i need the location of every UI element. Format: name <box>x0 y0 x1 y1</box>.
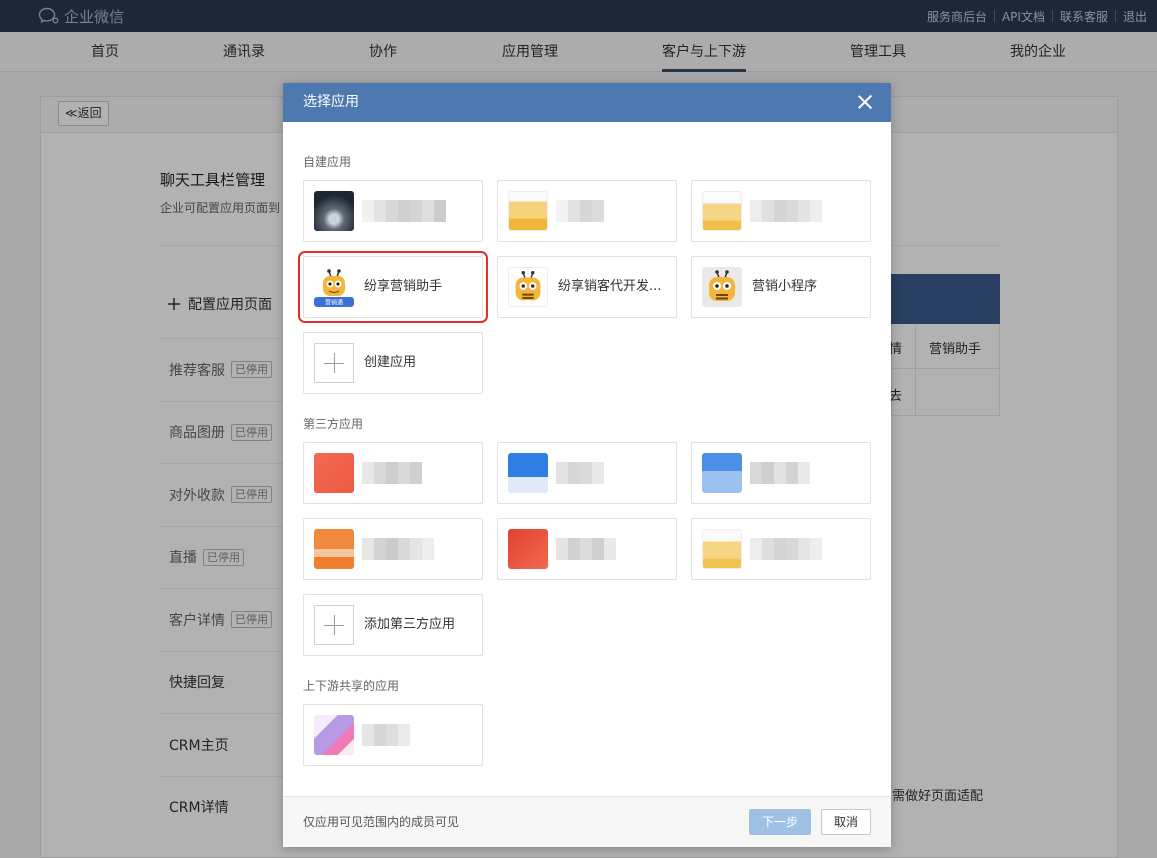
blurred-app-name <box>362 200 446 222</box>
app-card[interactable] <box>691 442 871 504</box>
blurred-app-name <box>556 462 604 484</box>
app-card-marketing-assistant[interactable]: 营销通 纷享营销助手 <box>298 251 488 323</box>
icon-caption: 营销通 <box>325 299 343 307</box>
app-card[interactable] <box>303 704 483 766</box>
app-name: 纷享营销助手 <box>364 279 443 294</box>
blurred-app-name <box>556 200 604 222</box>
blurred-app-icon <box>314 715 354 755</box>
app-card[interactable] <box>497 442 677 504</box>
blurred-app-name <box>750 462 810 484</box>
create-app-label: 创建应用 <box>364 355 417 370</box>
blurred-app-icon <box>508 529 548 569</box>
close-icon[interactable] <box>857 94 873 110</box>
blurred-app-icon <box>314 529 354 569</box>
add-third-party-app-button[interactable]: 添加第三方应用 <box>303 594 483 656</box>
bee-app-icon <box>508 191 548 231</box>
app-card[interactable] <box>691 518 871 580</box>
blurred-app-icon <box>702 529 742 569</box>
blurred-app-icon <box>314 453 354 493</box>
app-card[interactable]: 营销小程序 <box>691 256 871 318</box>
create-app-button[interactable]: 创建应用 <box>303 332 483 394</box>
plus-icon <box>314 605 354 645</box>
blurred-app-name <box>556 538 616 560</box>
blurred-app-icon <box>702 453 742 493</box>
footer-note: 仅应用可见范围内的成员可见 <box>303 815 460 829</box>
blurred-app-name <box>362 724 410 746</box>
add-third-party-label: 添加第三方应用 <box>364 617 456 632</box>
blurred-app-name <box>750 200 822 222</box>
app-card[interactable] <box>303 442 483 504</box>
app-name: 营销小程序 <box>752 279 818 294</box>
bee-app-icon <box>702 191 742 231</box>
section-label-custom: 自建应用 <box>303 155 352 169</box>
cancel-button[interactable]: 取消 <box>821 809 871 835</box>
bee-mascot-icon: 营销通 <box>314 267 354 307</box>
blurred-app-name <box>362 538 434 560</box>
dialog-title: 选择应用 <box>303 94 359 110</box>
blurred-app-name <box>362 462 422 484</box>
bee-mascot-icon <box>702 267 742 307</box>
dialog-header: 选择应用 <box>283 83 891 122</box>
bee-mascot-icon <box>508 267 548 307</box>
app-card[interactable] <box>303 180 483 242</box>
blurred-app-name <box>750 538 822 560</box>
app-name: 纷享销客代开发... <box>558 279 662 294</box>
plus-icon <box>314 343 354 383</box>
app-card[interactable] <box>303 518 483 580</box>
select-app-dialog: 选择应用 自建应用 营销通 纷享营销助手 纷享销客代开发... 营销小程序 创建… <box>283 83 891 847</box>
app-card[interactable]: 纷享销客代开发... <box>497 256 677 318</box>
section-label-third-party: 第三方应用 <box>303 417 364 431</box>
dialog-footer: 仅应用可见范围内的成员可见 下一步 取消 <box>283 796 891 847</box>
next-step-button[interactable]: 下一步 <box>749 809 811 835</box>
app-card[interactable] <box>497 180 677 242</box>
app-card[interactable] <box>497 518 677 580</box>
section-label-shared: 上下游共享的应用 <box>303 679 400 693</box>
app-landscape-icon <box>314 191 354 231</box>
blurred-app-icon <box>508 453 548 493</box>
app-card[interactable] <box>691 180 871 242</box>
